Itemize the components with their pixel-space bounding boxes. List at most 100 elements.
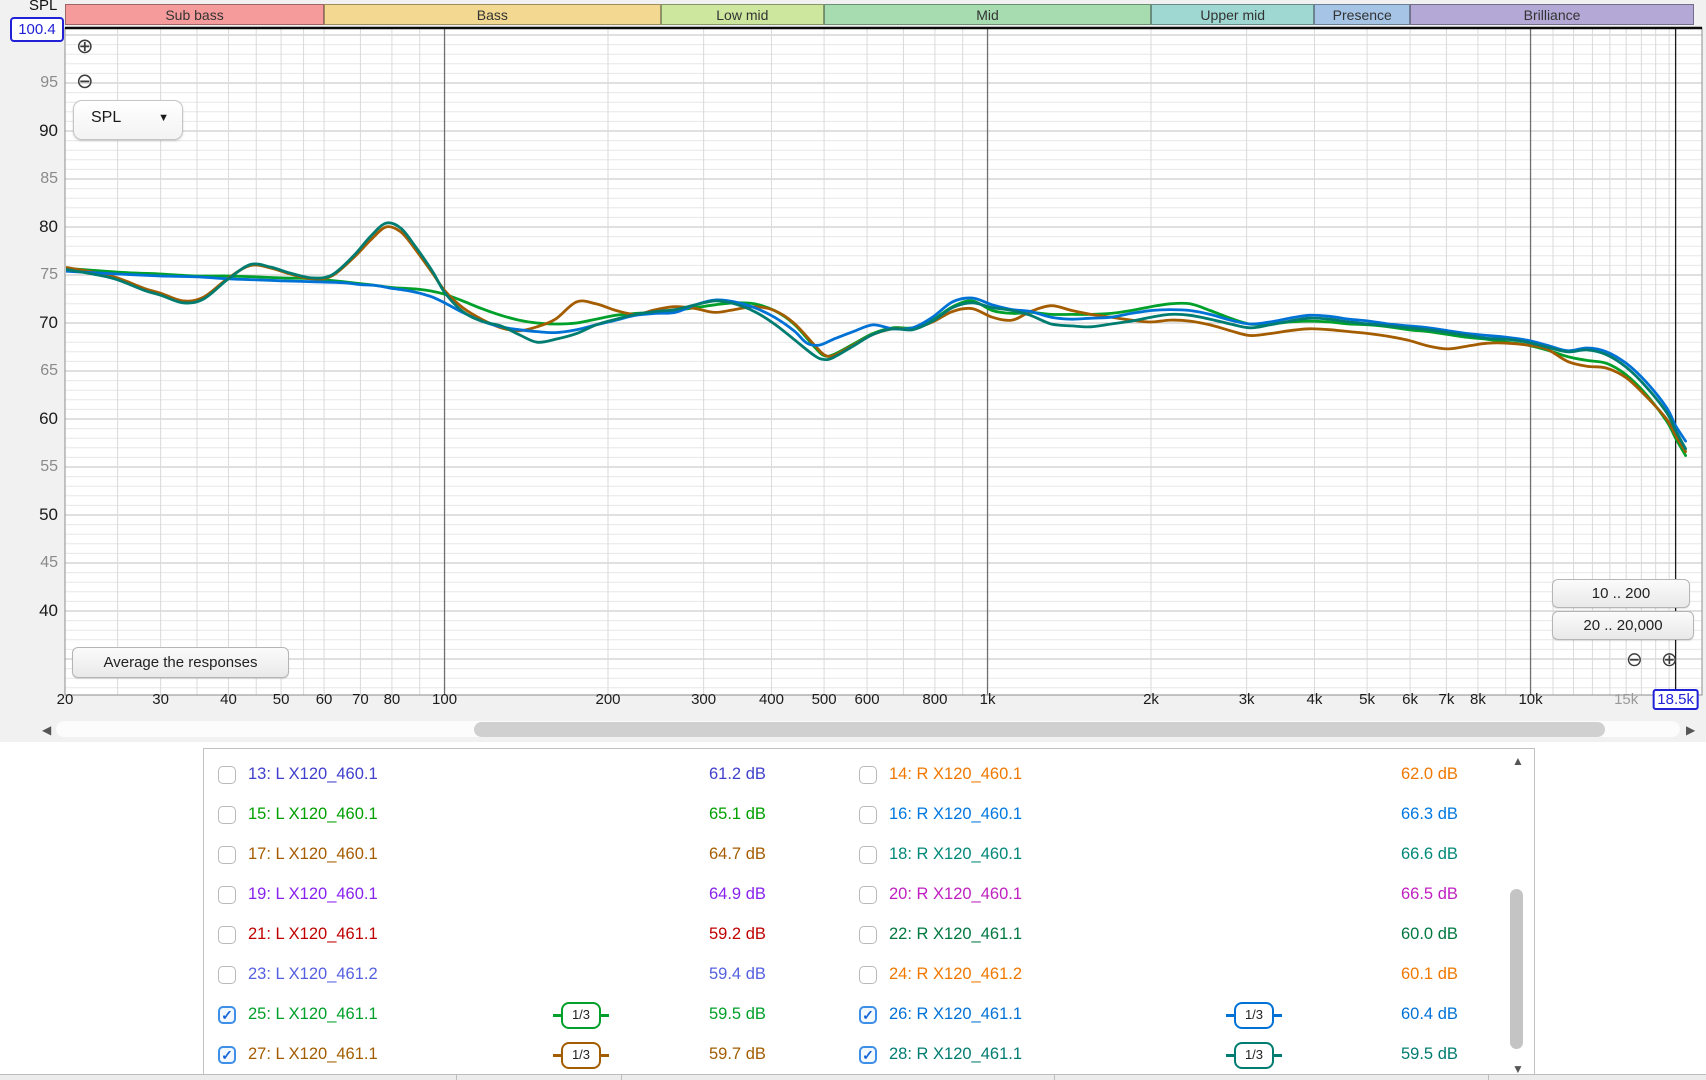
smoothing-filter-icon[interactable]: 1/3 bbox=[553, 1002, 609, 1029]
x-tick-80: 80 bbox=[383, 691, 401, 708]
measurement-level-value: 64.9 dB bbox=[709, 885, 766, 903]
x-zoom-out-icon[interactable]: ⊖ bbox=[1626, 650, 1643, 671]
y-axis-max-value[interactable]: 100.4 bbox=[10, 17, 64, 42]
measurement-checkbox-16[interactable] bbox=[859, 806, 877, 824]
measurement-checkbox-28[interactable]: ✓ bbox=[859, 1046, 877, 1064]
measurement-checkbox-17[interactable] bbox=[218, 846, 236, 864]
y-tick-95: 95 bbox=[40, 74, 58, 91]
measurement-level-value: 59.4 dB bbox=[709, 965, 766, 983]
measurement-checkbox-23[interactable] bbox=[218, 966, 236, 984]
x-tick-18.5k[interactable]: 18.5k bbox=[1652, 689, 1699, 710]
chevron-down-icon: ▼ bbox=[158, 112, 169, 124]
band-mid: Mid bbox=[824, 4, 1151, 25]
smoothing-filter-icon[interactable]: 1/3 bbox=[1226, 1002, 1282, 1029]
x-tick-600: 600 bbox=[854, 691, 880, 708]
x-tick-500: 500 bbox=[811, 691, 837, 708]
band-upper-mid: Upper mid bbox=[1151, 4, 1315, 25]
measurement-level-value: 65.1 dB bbox=[709, 805, 766, 823]
smoothing-filter-icon[interactable]: 1/3 bbox=[1226, 1042, 1282, 1069]
x-tick-10k: 10k bbox=[1518, 691, 1543, 708]
zoom-in-icon[interactable]: ⊕ bbox=[76, 36, 94, 57]
x-tick-300: 300 bbox=[691, 691, 717, 708]
x-tick-200: 200 bbox=[595, 691, 621, 708]
x-tick-8k: 8k bbox=[1469, 691, 1486, 708]
measurement-type-dropdown[interactable]: SPL ▼ bbox=[73, 100, 183, 140]
measurement-level-value: 59.2 dB bbox=[709, 925, 766, 943]
horizontal-scrollbar-thumb[interactable] bbox=[474, 722, 1605, 737]
x-tick-100: 100 bbox=[432, 691, 458, 708]
measurement-label[interactable]: 27: L X120_461.1 bbox=[248, 1045, 378, 1064]
x-tick-70: 70 bbox=[352, 691, 369, 708]
range-10-200-button[interactable]: 10 .. 200 bbox=[1552, 579, 1690, 608]
measurement-row: 23: L X120_461.2 59.4 dB 24: R X120_461.2 6… bbox=[204, 957, 1534, 997]
legend-scrollbar[interactable]: ▲ ▼ bbox=[1507, 749, 1529, 1080]
measurement-label[interactable]: 17: L X120_460.1 bbox=[248, 845, 378, 864]
measurement-label[interactable]: 22: R X120_461.1 bbox=[889, 925, 1022, 944]
x-tick-20: 20 bbox=[56, 691, 74, 708]
measurement-label[interactable]: 28: R X120_461.1 bbox=[889, 1045, 1022, 1064]
measurement-row: 13: L X120_460.1 61.2 dB 14: R X120_460.1 6… bbox=[204, 757, 1534, 797]
measurement-checkbox-22[interactable] bbox=[859, 926, 877, 944]
y-tick-60: 60 bbox=[39, 409, 58, 428]
measurement-label[interactable]: 25: L X120_461.1 bbox=[248, 1005, 378, 1024]
x-tick-5k: 5k bbox=[1359, 691, 1375, 708]
measurement-label[interactable]: 13: L X120_460.1 bbox=[248, 765, 378, 784]
scroll-up-icon[interactable]: ▲ bbox=[1512, 754, 1524, 768]
measurement-label[interactable]: 21: L X120_461.1 bbox=[248, 925, 378, 944]
measurement-checkbox-18[interactable] bbox=[859, 846, 877, 864]
x-tick-4k: 4k bbox=[1306, 691, 1323, 708]
smoothing-fraction-label: 1/3 bbox=[571, 1047, 591, 1062]
measurement-list-panel: 13: L X120_460.1 61.2 dB 14: R X120_460.1 6… bbox=[203, 748, 1535, 1080]
measurement-level-value: 59.5 dB bbox=[1401, 1045, 1458, 1063]
measurement-label[interactable]: 18: R X120_460.1 bbox=[889, 845, 1022, 864]
measurement-label[interactable]: 20: R X120_460.1 bbox=[889, 885, 1022, 904]
y-tick-85: 85 bbox=[40, 170, 58, 187]
measurement-checkbox-15[interactable] bbox=[218, 806, 236, 824]
scroll-left-icon[interactable]: ◀ bbox=[42, 723, 51, 737]
measurement-checkbox-14[interactable] bbox=[859, 766, 877, 784]
spl-chart-canvas[interactable] bbox=[0, 0, 1706, 745]
x-tick-15k: 15k bbox=[1614, 691, 1639, 708]
measurement-label[interactable]: 26: R X120_461.1 bbox=[889, 1005, 1022, 1024]
measurement-label[interactable]: 23: L X120_461.2 bbox=[248, 965, 378, 984]
measurement-checkbox-24[interactable] bbox=[859, 966, 877, 984]
scroll-right-icon[interactable]: ▶ bbox=[1686, 723, 1695, 737]
spl-chart-region: Sub bass Bass Low mid Mid Upper mid Presence B… bbox=[0, 0, 1706, 742]
x-zoom-in-icon[interactable]: ⊕ bbox=[1661, 650, 1678, 671]
x-tick-30: 30 bbox=[152, 691, 169, 708]
measurement-label[interactable]: 16: R X120_460.1 bbox=[889, 805, 1022, 824]
x-tick-40: 40 bbox=[220, 691, 237, 708]
measurement-label[interactable]: 14: R X120_460.1 bbox=[889, 765, 1022, 784]
band-presence: Presence bbox=[1314, 4, 1411, 25]
y-tick-70: 70 bbox=[39, 313, 58, 332]
average-responses-button[interactable]: Average the responses bbox=[72, 647, 289, 678]
measurement-label[interactable]: 15: L X120_460.1 bbox=[248, 805, 378, 824]
measurement-checkbox-27[interactable]: ✓ bbox=[218, 1046, 236, 1064]
measurement-level-value: 66.6 dB bbox=[1401, 845, 1458, 863]
measurement-checkbox-20[interactable] bbox=[859, 886, 877, 904]
measurement-level-value: 60.0 dB bbox=[1401, 925, 1458, 943]
measurement-label[interactable]: 19: L X120_460.1 bbox=[248, 885, 378, 904]
measurement-checkbox-13[interactable] bbox=[218, 766, 236, 784]
measurement-level-value: 62.0 dB bbox=[1401, 765, 1458, 783]
y-axis-title: SPL bbox=[29, 0, 58, 14]
legend-scrollbar-thumb[interactable] bbox=[1510, 889, 1523, 1049]
measurement-checkbox-21[interactable] bbox=[218, 926, 236, 944]
y-tick-50: 50 bbox=[39, 505, 58, 524]
x-tick-800: 800 bbox=[922, 691, 948, 708]
smoothing-filter-icon[interactable]: 1/3 bbox=[553, 1042, 609, 1069]
smoothing-fraction-label: 1/3 bbox=[1244, 1007, 1264, 1022]
band-low-mid: Low mid bbox=[660, 4, 825, 25]
measurement-row: ✓ 27: L X120_461.1 1/3 59.7 dB ✓ 28: R X120_4… bbox=[204, 1037, 1534, 1077]
measurement-checkbox-25[interactable]: ✓ bbox=[218, 1006, 236, 1024]
zoom-out-icon[interactable]: ⊖ bbox=[76, 71, 94, 92]
measurement-row: 19: L X120_460.1 64.9 dB 20: R X120_460.1 6… bbox=[204, 877, 1534, 917]
measurement-checkbox-19[interactable] bbox=[218, 886, 236, 904]
range-20-20000-button[interactable]: 20 .. 20,000 bbox=[1552, 611, 1694, 640]
x-tick-60: 60 bbox=[315, 691, 333, 708]
measurement-level-value: 60.1 dB bbox=[1401, 965, 1458, 983]
measurement-level-value: 59.5 dB bbox=[709, 1005, 766, 1023]
measurement-label[interactable]: 24: R X120_461.2 bbox=[889, 965, 1022, 984]
measurement-checkbox-26[interactable]: ✓ bbox=[859, 1006, 877, 1024]
measurement-row: 15: L X120_460.1 65.1 dB 16: R X120_460.1 6… bbox=[204, 797, 1534, 837]
